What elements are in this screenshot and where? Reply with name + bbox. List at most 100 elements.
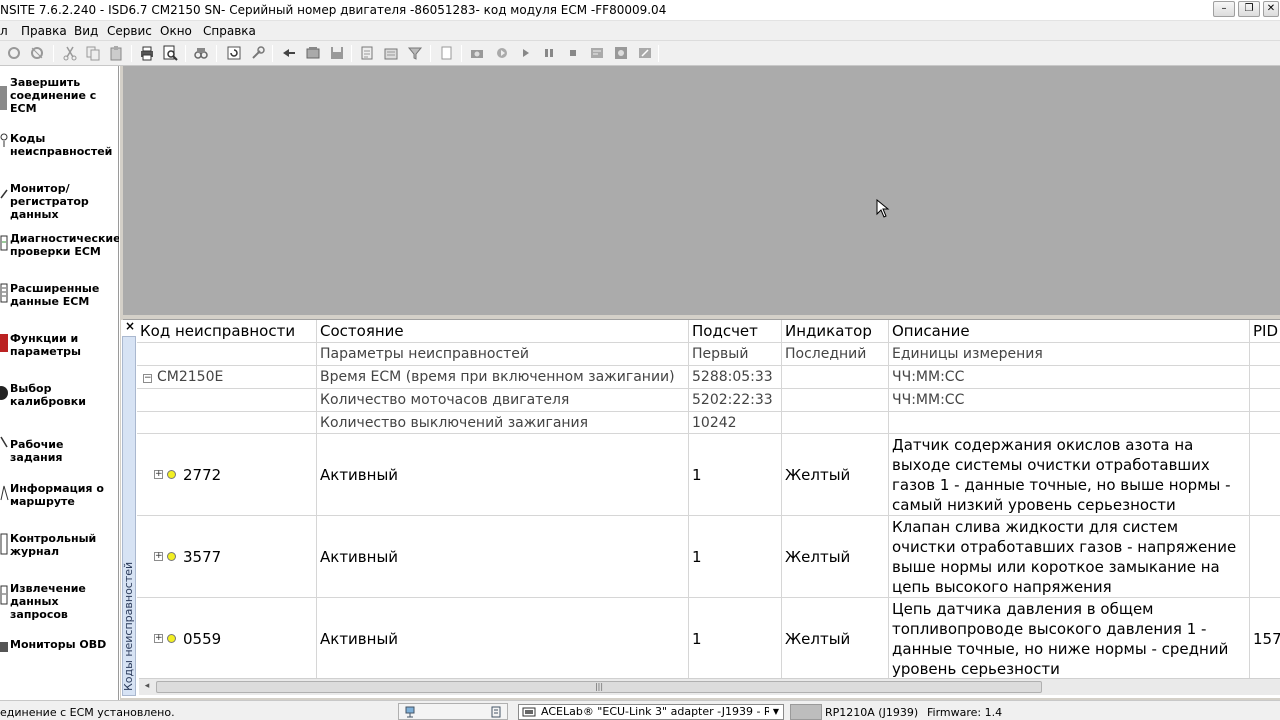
sidebar-item-label: Мониторы OBD <box>10 638 107 651</box>
document-icon[interactable] <box>359 45 375 61</box>
sidebar-item-monitor[interactable]: Монитор/регистратор данных <box>0 180 118 230</box>
column-header-description[interactable]: Описание <box>889 320 1250 342</box>
settings-icon[interactable] <box>613 45 629 61</box>
column-header-status[interactable]: Состояние <box>317 320 689 342</box>
trip-info-icon <box>0 484 9 502</box>
camera-icon[interactable] <box>469 45 485 61</box>
adapter-select[interactable]: ACELab® "ECU-Link 3" adapter -J1939 - RP… <box>518 704 784 720</box>
sidebar-item-audit-log[interactable]: Контрольный журнал <box>0 530 118 580</box>
column-header-pid[interactable]: PID <box>1250 320 1280 342</box>
fault-pid <box>1250 434 1280 515</box>
ecm-data-icon[interactable] <box>305 45 321 61</box>
play-icon[interactable] <box>518 45 534 61</box>
fault-status: Активный <box>317 516 689 597</box>
horizontal-scrollbar[interactable]: ◂ ||| <box>139 678 1280 695</box>
copy-icon[interactable] <box>85 45 101 61</box>
monitor-icon <box>0 186 9 200</box>
fault-status: Активный <box>317 434 689 515</box>
table-row[interactable]: − CM2150E Время ECM (время при включенном… <box>137 366 1280 389</box>
record-icon[interactable] <box>494 45 510 61</box>
status-indicator <box>790 704 822 720</box>
column-header-code[interactable]: Код неисправности <box>137 320 317 342</box>
fault-row[interactable]: +3577 Активный 1 Желтый Клапан слива жид… <box>137 516 1280 598</box>
page-icon[interactable] <box>438 45 454 61</box>
tool-icon[interactable] <box>250 45 266 61</box>
expand-icon[interactable]: + <box>154 470 163 479</box>
edit-icon[interactable] <box>637 45 653 61</box>
column-header-count[interactable]: Подсчет <box>689 320 782 342</box>
pause-icon[interactable] <box>541 45 557 61</box>
table-header: Код неисправности Состояние Подсчет Инди… <box>137 320 1280 343</box>
find-icon[interactable] <box>193 45 209 61</box>
menu-help[interactable]: Справка <box>203 24 256 38</box>
menu-view[interactable]: Вид <box>74 24 98 38</box>
report-icon[interactable] <box>383 45 399 61</box>
sidebar-item-label: Диагностические проверки ECM <box>10 232 121 258</box>
sidebar-item-label: Рабочие задания <box>10 438 64 464</box>
save-icon[interactable] <box>329 45 345 61</box>
scrollbar-thumb[interactable]: ||| <box>156 681 1042 693</box>
connect-icon[interactable] <box>6 45 22 61</box>
disconnect-tool-icon[interactable] <box>29 45 45 61</box>
sidebar-item-fault-codes[interactable]: Коды неисправностей <box>0 130 118 180</box>
menu-edit[interactable]: Правка <box>21 24 67 38</box>
sidebar-item-calibration[interactable]: Выбор калибровки <box>0 380 118 430</box>
firmware-label: Firmware: 1.4 <box>927 706 1003 719</box>
fault-status: Активный <box>317 598 689 678</box>
param-last <box>782 389 889 411</box>
status-panel <box>398 703 508 720</box>
expand-icon[interactable]: + <box>154 634 163 643</box>
subheader-pid <box>1250 343 1280 365</box>
fault-pid: 157 <box>1250 598 1280 678</box>
close-panel-button[interactable]: × <box>124 320 136 332</box>
paste-icon[interactable] <box>108 45 124 61</box>
cut-icon[interactable] <box>62 45 78 61</box>
menu-bar: л Правка Вид Сервис Окно Справка <box>0 21 1280 41</box>
menu-file[interactable]: л <box>0 24 8 38</box>
subheader-empty <box>137 343 317 365</box>
print-preview-icon[interactable] <box>162 45 178 61</box>
back-icon[interactable] <box>281 45 297 61</box>
tab-label: Коды неисправностей <box>122 561 135 691</box>
fault-row[interactable]: +0559 Активный 1 Желтый Цепь датчика дав… <box>137 598 1280 678</box>
minimize-button[interactable]: – <box>1213 1 1235 17</box>
sidebar-item-data-extraction[interactable]: Извлечение данных запросов <box>0 580 118 630</box>
expand-icon[interactable]: + <box>154 552 163 561</box>
scroll-left-icon[interactable]: ◂ <box>141 681 153 691</box>
fault-description: Клапан слива жидкости для систем очистки… <box>889 516 1250 597</box>
close-window-button[interactable]: ✕ <box>1263 1 1279 17</box>
calibration-icon <box>0 382 9 404</box>
sidebar-item-extended-data[interactable]: Расширенные данные ECM <box>0 280 118 330</box>
table-row[interactable]: Количество моточасов двигателя 5202:22:3… <box>137 389 1280 412</box>
disconnect-icon <box>0 86 7 110</box>
sidebar-item-work-orders[interactable]: Рабочие задания <box>0 430 118 480</box>
fault-row[interactable]: +2772 Активный 1 Желтый Датчик содержани… <box>137 434 1280 516</box>
sidebar-item-diagnostics[interactable]: Диагностические проверки ECM <box>0 230 121 280</box>
print-icon[interactable] <box>139 45 155 61</box>
tab-fault-codes[interactable]: Коды неисправностей <box>122 336 136 696</box>
yellow-lamp-icon <box>167 470 176 479</box>
sidebar-item-trip-info[interactable]: Информация о маршруте <box>0 480 118 530</box>
menu-service[interactable]: Сервис <box>107 24 152 38</box>
chevron-down-icon[interactable]: ▼ <box>769 705 783 719</box>
sidebar-item-label: Извлечение данных запросов <box>10 582 86 621</box>
sidebar-item-features[interactable]: Функции и параметры <box>0 330 118 380</box>
sidebar-item-disconnect[interactable]: Завершить соединение с ECM <box>0 74 118 124</box>
sidebar-item-obd[interactable]: Мониторы OBD <box>0 630 118 680</box>
filter-icon[interactable] <box>407 45 423 61</box>
collapse-icon[interactable]: − <box>143 374 152 383</box>
snapshot-icon[interactable] <box>589 45 605 61</box>
workspace-area <box>123 66 1280 315</box>
sidebar-item-label: Монитор/регистратор данных <box>10 182 89 221</box>
param-first: 10242 <box>689 412 782 433</box>
refresh-icon[interactable] <box>226 45 242 61</box>
column-header-lamp[interactable]: Индикатор <box>782 320 889 342</box>
maximize-button[interactable]: ❐ <box>1238 1 1260 17</box>
param-units: ЧЧ:ММ:СС <box>889 366 1250 388</box>
sidebar-item-label: Расширенные данные ECM <box>10 282 100 308</box>
stop-icon[interactable] <box>565 45 581 61</box>
fault-codes-panel: × Коды неисправностей Код неисправности … <box>121 320 1280 698</box>
audit-log-icon <box>0 532 9 556</box>
menu-window[interactable]: Окно <box>160 24 192 38</box>
table-row[interactable]: Количество выключений зажигания 10242 <box>137 412 1280 434</box>
